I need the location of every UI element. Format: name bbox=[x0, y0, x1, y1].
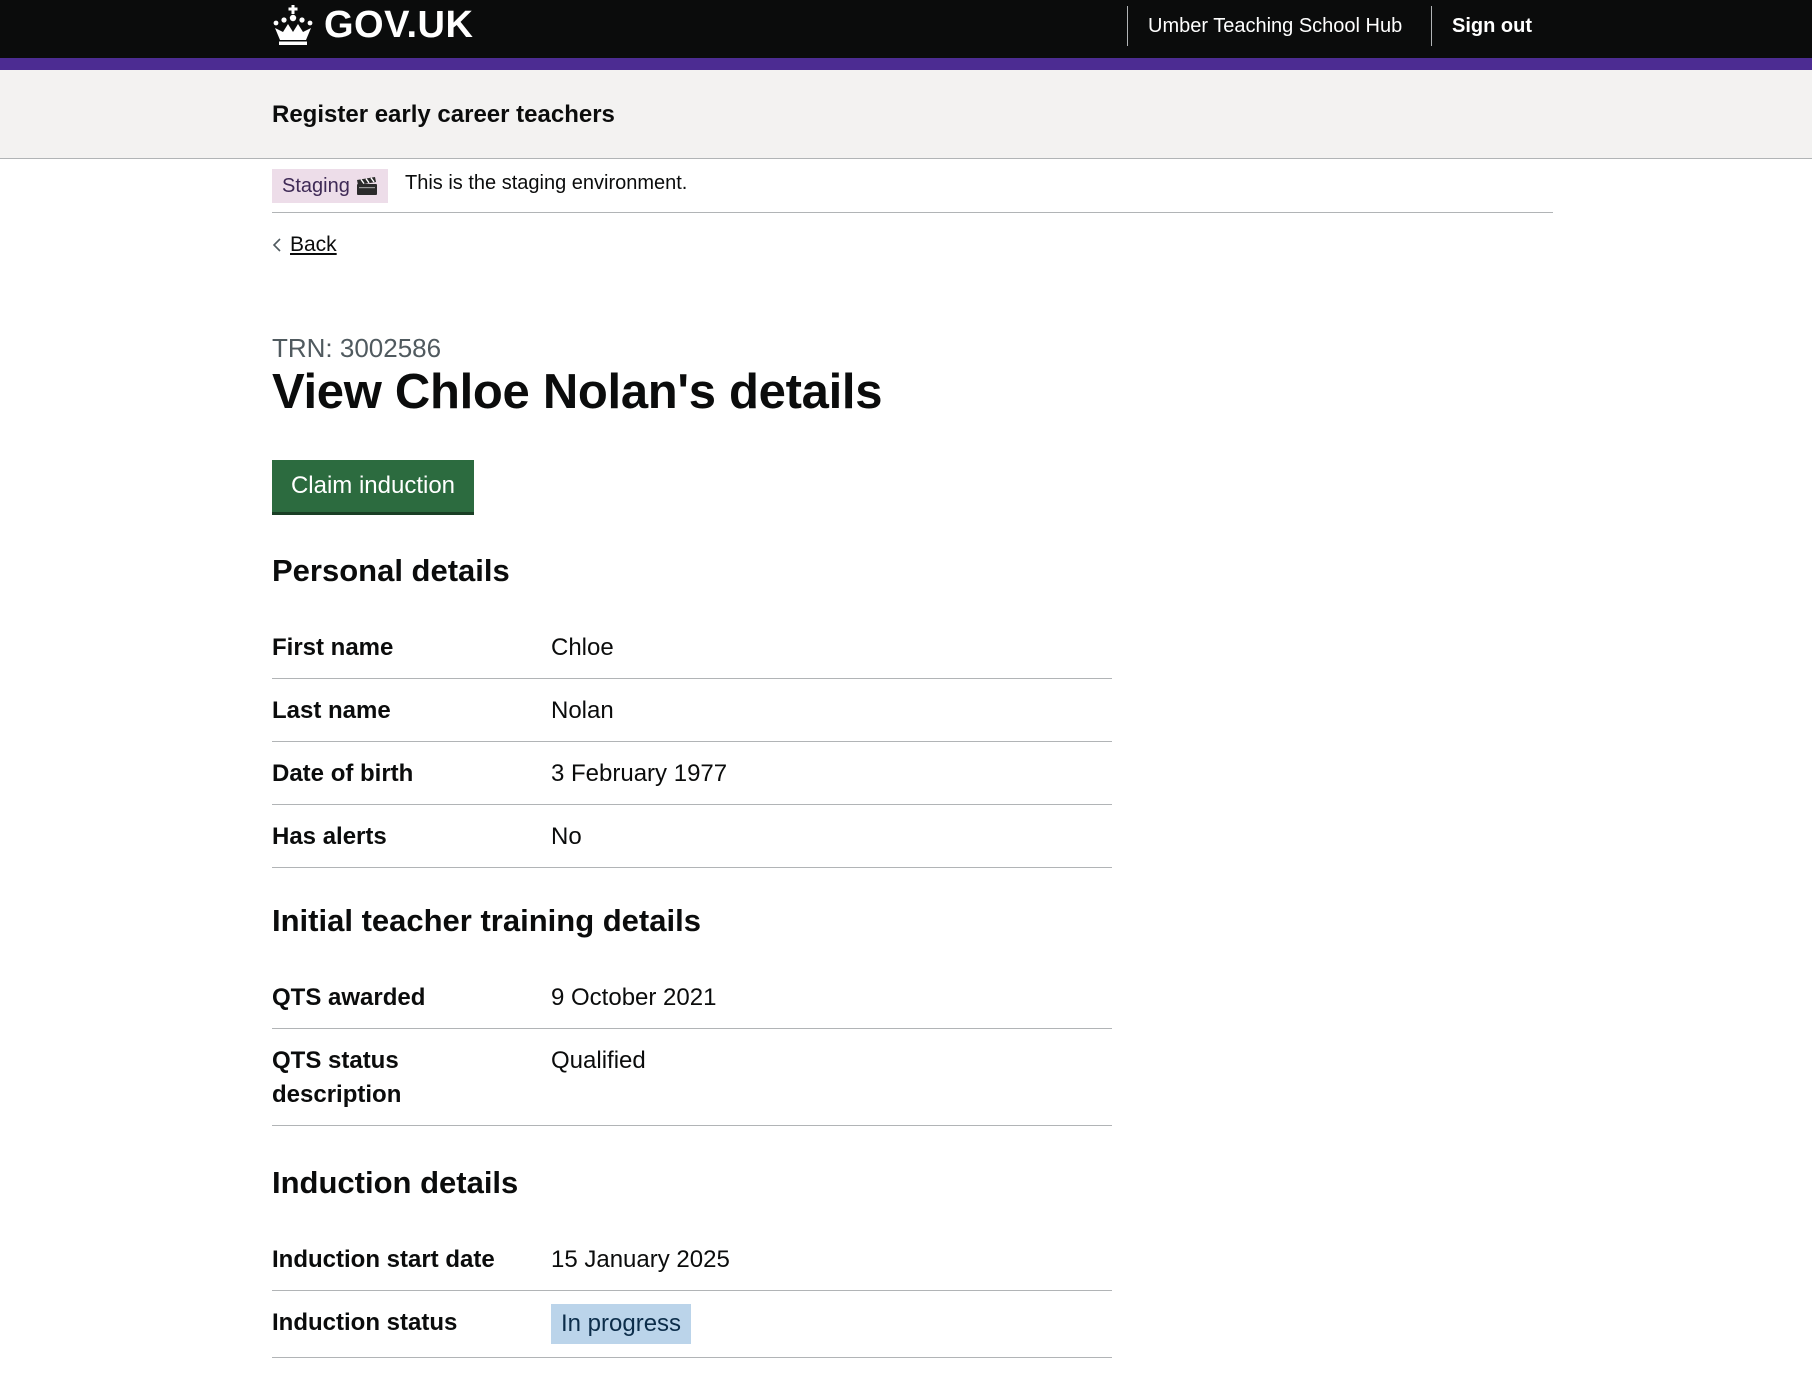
summary-value: No bbox=[551, 823, 582, 850]
environment-banner: Staging This is the staging environment. bbox=[272, 159, 1553, 213]
claim-induction-button[interactable]: Claim induction bbox=[272, 460, 474, 512]
service-name-link[interactable]: Register early career teachers bbox=[272, 101, 615, 129]
summary-value: 3 February 1977 bbox=[551, 760, 728, 787]
crown-icon bbox=[273, 5, 313, 45]
status-badge: In progress bbox=[551, 1304, 692, 1344]
environment-message: This is the staging environment. bbox=[405, 172, 688, 194]
service-navigation: Register early career teachers bbox=[0, 70, 1812, 159]
summary-key: Has alerts bbox=[272, 823, 387, 850]
nav-divider bbox=[1431, 6, 1432, 46]
summary-row-has-alerts: Has alerts No bbox=[272, 805, 1112, 868]
induction-details-heading: Induction details bbox=[272, 1165, 519, 1200]
govuk-logo-link[interactable]: GOV.UK bbox=[271, 0, 473, 50]
induction-details-summary: Induction start date 15 January 2025 Ind… bbox=[272, 1228, 1112, 1358]
brand-stripe bbox=[0, 58, 1812, 70]
clapperboard-icon bbox=[356, 177, 377, 195]
itt-details-summary: QTS awarded 9 October 2021 QTS status de… bbox=[272, 966, 1112, 1126]
summary-value: In progress bbox=[551, 1291, 1112, 1357]
summary-key: QTS awarded bbox=[272, 984, 426, 1011]
summary-value: Qualified bbox=[551, 1047, 646, 1074]
summary-value: 15 January 2025 bbox=[551, 1246, 730, 1273]
summary-key: Last name bbox=[272, 697, 391, 724]
sign-out-link[interactable]: Sign out bbox=[1452, 6, 1532, 46]
summary-row-last-name: Last name Nolan bbox=[272, 679, 1112, 742]
summary-key: Induction start date bbox=[272, 1246, 495, 1273]
summary-row-induction-start: Induction start date 15 January 2025 bbox=[272, 1228, 1112, 1291]
summary-key: QTS status description bbox=[272, 1047, 402, 1108]
trn-caption: TRN: 3002586 bbox=[272, 333, 442, 363]
summary-row-induction-status: Induction status In progress bbox=[272, 1291, 1112, 1358]
back-link[interactable]: Back bbox=[272, 233, 337, 257]
chevron-left-icon bbox=[272, 238, 281, 252]
itt-details-heading: Initial teacher training details bbox=[272, 903, 701, 938]
staging-tag: Staging bbox=[272, 169, 388, 203]
personal-details-heading: Personal details bbox=[272, 553, 510, 588]
back-link-label: Back bbox=[290, 233, 337, 256]
nav-divider bbox=[1127, 6, 1128, 46]
govuk-logo-text: GOV.UK bbox=[324, 3, 474, 46]
summary-value: Chloe bbox=[551, 634, 614, 661]
staging-tag-label: Staging bbox=[282, 174, 350, 197]
org-name: Umber Teaching School Hub bbox=[1148, 14, 1403, 37]
govuk-header: GOV.UK Umber Teaching School Hub Sign ou… bbox=[0, 0, 1812, 58]
summary-value: 9 October 2021 bbox=[551, 984, 717, 1011]
summary-row-qts-awarded: QTS awarded 9 October 2021 bbox=[272, 966, 1112, 1029]
summary-key: Date of birth bbox=[272, 760, 414, 787]
summary-row-first-name: First name Chloe bbox=[272, 616, 1112, 679]
summary-row-date-of-birth: Date of birth 3 February 1977 bbox=[272, 742, 1112, 805]
personal-details-summary: First name Chloe Last name Nolan Date of… bbox=[272, 616, 1112, 868]
summary-key: Induction status bbox=[272, 1309, 458, 1336]
summary-key: First name bbox=[272, 634, 394, 661]
summary-row-qts-status: QTS status description Qualified bbox=[272, 1029, 1112, 1126]
summary-value: Nolan bbox=[551, 697, 614, 724]
page-title: View Chloe Nolan's details bbox=[272, 365, 883, 419]
